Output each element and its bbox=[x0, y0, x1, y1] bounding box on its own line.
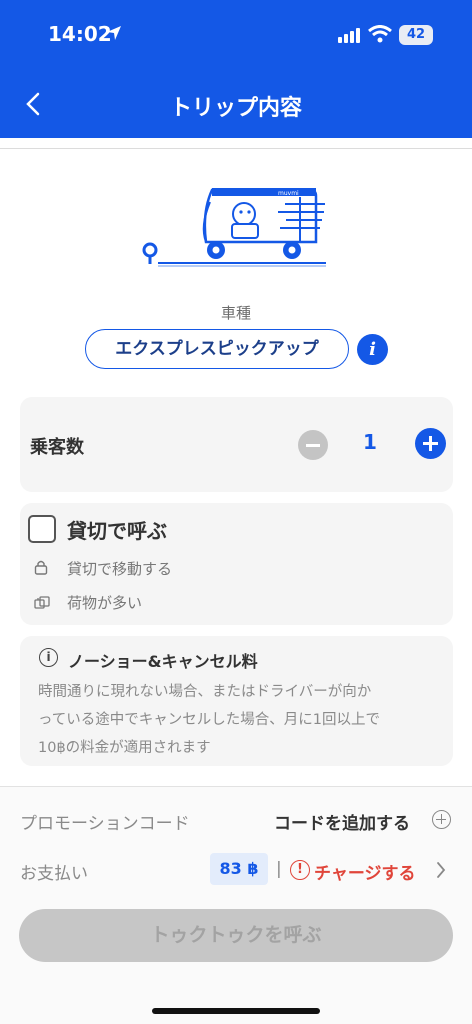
charter-option: 荷物が多い bbox=[67, 594, 143, 612]
status-time: 14:02 bbox=[48, 22, 112, 46]
vehicle-brand-text: muvmi bbox=[278, 190, 299, 197]
vehicle-type-label: 車種 bbox=[220, 304, 251, 322]
vehicle-info-icon[interactable]: i bbox=[357, 334, 388, 365]
promo-code-label: プロモーションコード bbox=[20, 814, 190, 834]
page-title: トリップ内容 bbox=[169, 96, 302, 121]
add-promo-code-button[interactable]: コードを追加する bbox=[274, 809, 410, 834]
chevron-right-icon[interactable] bbox=[436, 861, 446, 879]
increase-passengers-button[interactable] bbox=[415, 428, 446, 459]
luggage-icon bbox=[34, 596, 50, 609]
passenger-card: 乗客数 1 bbox=[20, 397, 453, 492]
cancellation-notice: i ノーショー&キャンセル料 時間通りに現れない場合、またはドライバーが向か っ… bbox=[20, 636, 453, 766]
add-circle-icon[interactable] bbox=[432, 810, 451, 829]
cellular-signal-icon bbox=[338, 28, 360, 43]
payment-label: お支払い bbox=[20, 864, 88, 884]
info-icon: i bbox=[39, 648, 58, 667]
location-arrow-icon bbox=[107, 26, 121, 40]
passenger-label: 乗客数 bbox=[30, 437, 84, 458]
passenger-count: 1 bbox=[363, 430, 377, 454]
charter-title: 貸切で呼ぶ bbox=[67, 519, 167, 543]
top-up-button[interactable]: チャージする bbox=[314, 859, 416, 884]
vehicle-type-selector[interactable]: エクスプレスピックアップ bbox=[85, 329, 349, 369]
call-tuktuk-button[interactable]: トゥクトゥクを呼ぶ bbox=[19, 909, 453, 962]
charter-checkbox[interactable] bbox=[28, 515, 56, 543]
notice-text-line: っている途中でキャンセルした場合、月に1回以上で bbox=[38, 712, 380, 728]
notice-text-line: 10฿の料金が適用されます bbox=[38, 740, 211, 756]
battery-level: 42 bbox=[399, 25, 433, 45]
alert-icon: ! bbox=[290, 860, 310, 880]
header-divider bbox=[0, 148, 472, 149]
wallet-balance: 83 ฿ bbox=[210, 853, 268, 885]
charter-option: 貸切で移動する bbox=[67, 560, 173, 578]
separator: | bbox=[276, 859, 282, 879]
decrease-passengers-button[interactable] bbox=[298, 430, 328, 460]
charter-card: 貸切で呼ぶ 貸切で移動する 荷物が多い bbox=[20, 503, 453, 625]
home-indicator bbox=[152, 1008, 320, 1014]
header-bar: 14:02 42 トリップ内容 bbox=[0, 0, 472, 138]
lock-icon bbox=[34, 560, 48, 575]
tuktuk-illustration: muvmi bbox=[142, 188, 326, 267]
notice-title: ノーショー&キャンセル料 bbox=[68, 652, 258, 671]
wifi-icon bbox=[368, 25, 392, 43]
notice-text-line: 時間通りに現れない場合、またはドライバーが向か bbox=[38, 684, 372, 700]
